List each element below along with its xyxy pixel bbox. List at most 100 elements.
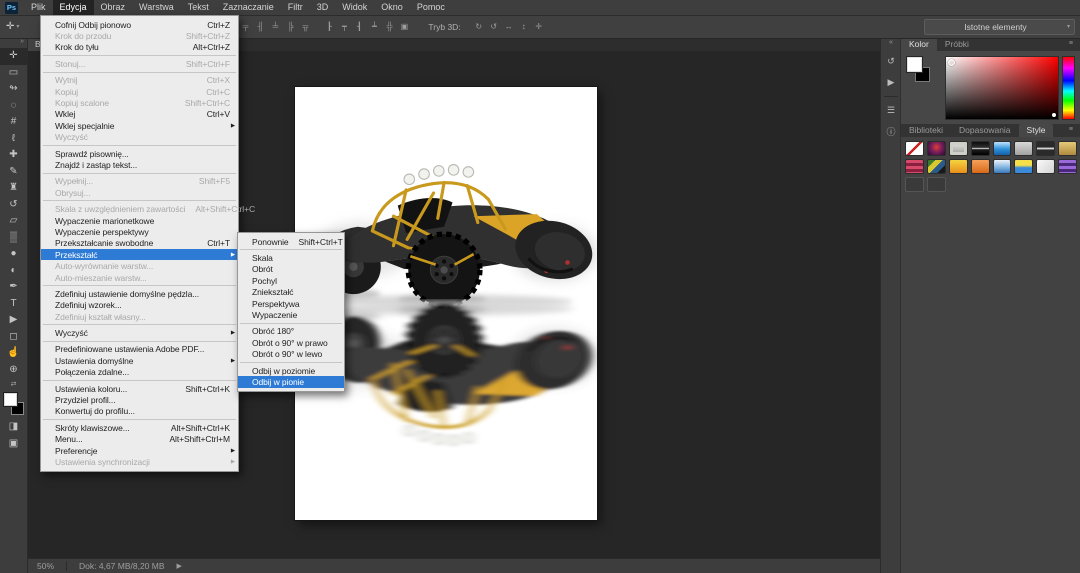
menu-item[interactable] xyxy=(43,173,236,174)
menu-edycja[interactable]: Edycja xyxy=(53,0,94,15)
menu-item[interactable] xyxy=(43,200,236,201)
screen-mode-button[interactable]: ▣ xyxy=(0,436,27,453)
menu-item[interactable]: Przekształcanie swobodne Ctrl+T xyxy=(41,238,238,249)
align-horizontal-centers-icon[interactable]: ╦ xyxy=(299,20,311,34)
move-tool[interactable]: ✛ xyxy=(0,48,27,65)
menu-item[interactable]: Konwertuj do profilu... xyxy=(41,406,238,417)
menu-item[interactable]: Odbij w pionie xyxy=(238,376,344,387)
3d-drag-icon[interactable]: ↔ xyxy=(503,20,515,34)
menu-warstwa[interactable]: Warstwa xyxy=(132,0,181,15)
menu-item[interactable] xyxy=(240,323,342,324)
3d-slide-icon[interactable]: ↕ xyxy=(518,20,530,34)
blur-tool[interactable]: ● xyxy=(0,246,27,263)
panel-menu-icon[interactable]: ≡ xyxy=(1069,40,1073,47)
hand-tool[interactable]: ☝ xyxy=(0,345,27,362)
status-options-icon[interactable]: ▶ xyxy=(177,562,182,570)
path-selection-tool[interactable]: ▶ xyxy=(0,312,27,329)
healing-brush-tool[interactable]: ✚ xyxy=(0,147,27,164)
collapse-arrows-icon[interactable]: » xyxy=(0,38,27,48)
history-brush-tool[interactable]: ↺ xyxy=(0,197,27,214)
shape-tool[interactable]: ◻ xyxy=(0,329,27,346)
3d-rotate-icon[interactable]: ↻ xyxy=(473,20,485,34)
zoom-tool[interactable]: ⊕ xyxy=(0,362,27,379)
style-orange[interactable] xyxy=(971,159,990,174)
eyedropper-tool[interactable]: ℓ xyxy=(0,131,27,148)
menu-item[interactable]: Ustawienia synchronizacji ▶ xyxy=(41,456,238,467)
menu-item[interactable]: Znajdź i zastąp tekst... xyxy=(41,159,238,170)
tab-probki[interactable]: Próbki xyxy=(937,38,977,51)
menu-okno[interactable]: Okno xyxy=(374,0,410,15)
style-white[interactable] xyxy=(1036,159,1055,174)
menu-item[interactable]: Wytnij Ctrl+X xyxy=(41,75,238,86)
menu-filtr[interactable]: Filtr xyxy=(281,0,310,15)
menu-item[interactable] xyxy=(43,285,236,286)
dodge-tool[interactable]: ◐ xyxy=(0,263,27,280)
chevron-down-icon[interactable]: ▾ xyxy=(16,23,19,30)
menu-3d[interactable]: 3D xyxy=(310,0,336,15)
menu-item[interactable]: Krok do przodu Shift+Ctrl+Z xyxy=(41,30,238,41)
actions-panel-icon[interactable]: ▶ xyxy=(883,74,899,90)
menu-item[interactable]: Ustawienia domyślne ▶ xyxy=(41,355,238,366)
menu-plik[interactable]: Plik xyxy=(24,0,53,15)
menu-item[interactable] xyxy=(43,145,236,146)
menu-item[interactable]: Perspektywa xyxy=(238,298,344,309)
menu-item[interactable]: Obróć 180° xyxy=(238,326,344,337)
lasso-tool[interactable]: ↬ xyxy=(0,81,27,98)
menu-item[interactable]: Cofnij Odbij pionowo Ctrl+Z xyxy=(41,19,238,30)
menu-item[interactable] xyxy=(43,341,236,342)
tab-biblioteki[interactable]: Biblioteki xyxy=(901,124,951,137)
strip-divider[interactable] xyxy=(884,96,898,97)
type-tool[interactable]: T xyxy=(0,296,27,313)
menu-item[interactable]: Wypaczenie xyxy=(238,309,344,320)
align-vertical-centers-icon[interactable]: ╤ xyxy=(239,20,251,34)
menu-pomoc[interactable]: Pomoc xyxy=(410,0,452,15)
crop-tool[interactable]: # xyxy=(0,114,27,131)
menu-item[interactable]: Menu... Alt+Shift+Ctrl+M xyxy=(41,434,238,445)
menu-item[interactable] xyxy=(43,324,236,325)
menu-item[interactable]: Kopiuj Ctrl+C xyxy=(41,86,238,97)
menu-tekst[interactable]: Tekst xyxy=(181,0,216,15)
info-panel-icon[interactable]: ⓘ xyxy=(883,123,899,139)
menu-item[interactable]: Zdefiniuj kształt własny... xyxy=(41,311,238,322)
3d-scale-icon[interactable]: ✛ xyxy=(533,20,545,34)
properties-panel-icon[interactable]: ☰ xyxy=(883,102,899,118)
distribute-bottom-icon[interactable]: ┷ xyxy=(368,20,380,34)
menu-item[interactable]: Pochyl xyxy=(238,275,344,286)
foreground-color-swatch[interactable] xyxy=(907,57,922,72)
3d-roll-icon[interactable]: ↺ xyxy=(488,20,500,34)
menu-item[interactable]: Kopiuj scalone Shift+Ctrl+C xyxy=(41,97,238,108)
color-picker-marker[interactable] xyxy=(948,59,955,66)
align-right-edges-icon[interactable]: ╢ xyxy=(254,20,266,34)
menu-item[interactable] xyxy=(240,249,342,250)
gradient-tool[interactable]: ▒ xyxy=(0,230,27,247)
menu-item[interactable]: Stonuj... Shift+Ctrl+F xyxy=(41,58,238,69)
tab-kolor[interactable]: Kolor xyxy=(901,38,937,51)
swap-colors-icon[interactable]: ⇄ xyxy=(11,380,17,388)
style-none[interactable] xyxy=(905,141,924,156)
menu-item[interactable]: Zdefiniuj wzorek... xyxy=(41,300,238,311)
style-yellow-blue[interactable] xyxy=(1014,159,1033,174)
menu-item[interactable] xyxy=(43,72,236,73)
menu-item[interactable] xyxy=(43,55,236,56)
menu-item[interactable]: Obrysuj... xyxy=(41,187,238,198)
style-red-stripes[interactable] xyxy=(905,159,924,174)
history-panel-icon[interactable]: ↺ xyxy=(883,53,899,69)
menu-item[interactable]: Wypaczenie perspektywy xyxy=(41,226,238,237)
style-empty-slot[interactable] xyxy=(905,177,924,192)
style-purple-stripes[interactable] xyxy=(1058,159,1077,174)
foreground-color-swatch[interactable] xyxy=(4,393,17,406)
menu-item[interactable]: Przydziel profil... xyxy=(41,394,238,405)
menu-item[interactable]: Wypaczenie marionetkowe xyxy=(41,215,238,226)
expand-panels-icon[interactable]: « xyxy=(889,38,893,48)
menu-item[interactable]: Preferencje ▶ xyxy=(41,445,238,456)
auto-align-icon[interactable]: ▣ xyxy=(398,20,410,34)
menu-item[interactable]: Sprawdź pisownię... xyxy=(41,148,238,159)
style-empty-slot[interactable] xyxy=(927,177,946,192)
clone-stamp-tool[interactable]: ♜ xyxy=(0,180,27,197)
style-red-glow[interactable] xyxy=(927,141,946,156)
style-blue-glass[interactable] xyxy=(993,141,1012,156)
align-top-edges-icon[interactable]: ╠ xyxy=(284,20,296,34)
menu-item[interactable]: Obrót xyxy=(238,264,344,275)
menu-item[interactable]: Zdefiniuj ustawienie domyślne pędzla... xyxy=(41,288,238,299)
distribute-top-icon[interactable]: ┯ xyxy=(338,20,350,34)
